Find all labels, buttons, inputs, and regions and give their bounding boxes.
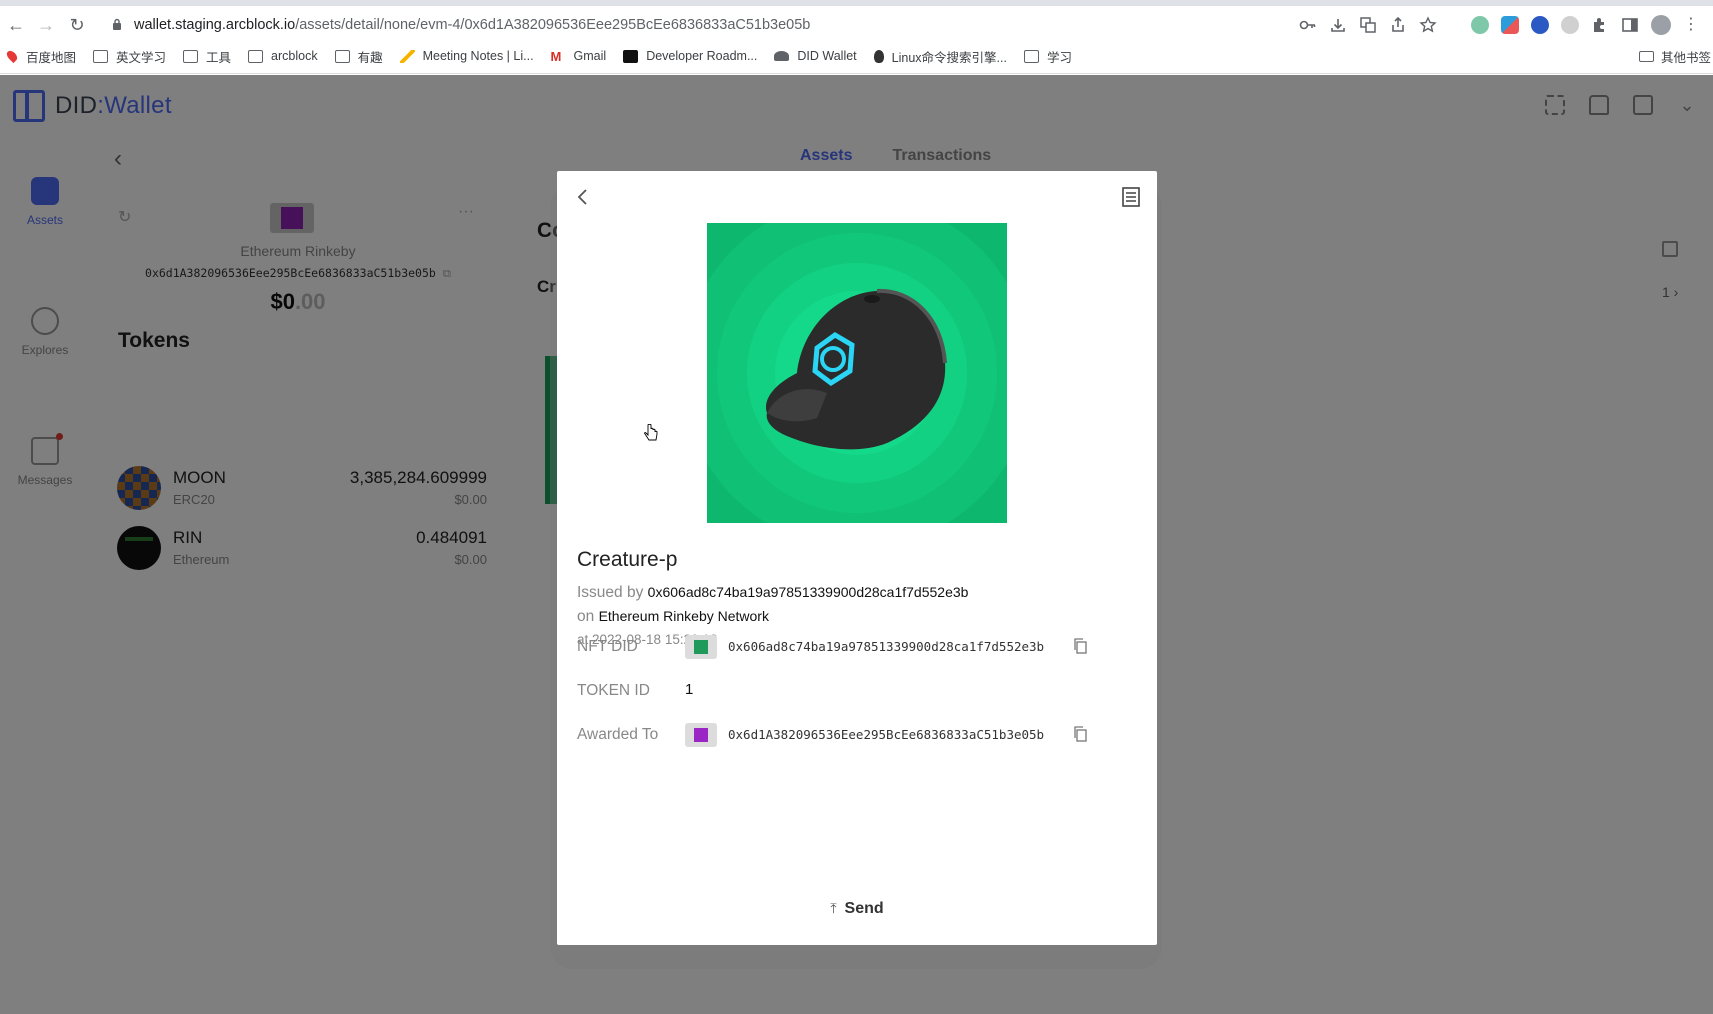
nft-title: Creature-p	[577, 548, 678, 571]
bookmark-item[interactable]: 英文学习	[93, 47, 166, 66]
back-chevron-icon[interactable]	[571, 185, 595, 209]
roadmap-icon	[623, 49, 639, 63]
bookmark-item[interactable]: DID Wallet	[774, 49, 857, 63]
bookmark-item[interactable]: Meeting Notes | Li...	[399, 49, 534, 63]
send-button[interactable]: ⤒ Send	[557, 900, 1157, 918]
awarded-to-row: Awarded To 0x6d1A382096536Eee295BcEe6836…	[577, 723, 1137, 749]
nft-image	[707, 223, 1007, 523]
reload-icon[interactable]: ↻	[66, 14, 88, 36]
folder-icon	[248, 49, 264, 63]
nft-did-value: 0x606ad8c74ba19a97851339900d28ca1f7d552e…	[728, 639, 1045, 654]
address-bar[interactable]: wallet.staging.arcblock.io/assets/detail…	[112, 14, 810, 36]
folder-icon	[93, 49, 109, 63]
browser-chrome: ← → ↻ wallet.staging.arcblock.io/assets/…	[0, 0, 1713, 74]
forward-arrow-icon[interactable]: →	[35, 14, 57, 36]
extension-2-icon[interactable]	[1501, 16, 1519, 34]
penguin-icon	[873, 49, 884, 63]
lock-icon	[113, 18, 121, 30]
bookmark-item[interactable]: Developer Roadm...	[623, 49, 757, 63]
awarded-to-value: 0x6d1A382096536Eee295BcEe6836833aC51b3e0…	[728, 727, 1045, 742]
network-name: Ethereum Rinkeby Network	[598, 608, 769, 624]
folder-icon	[1023, 49, 1039, 63]
copy-icon[interactable]	[1073, 638, 1087, 654]
extension-3-icon[interactable]	[1531, 16, 1549, 34]
copy-icon[interactable]	[1073, 726, 1087, 742]
nft-did-row: NFT DID 0x606ad8c74ba19a97851339900d28ca…	[577, 635, 1137, 661]
translate-icon[interactable]	[1359, 16, 1377, 34]
bookmark-item[interactable]: M Gmail	[551, 49, 607, 63]
upload-arrow-icon: ⤒	[830, 900, 837, 916]
address-row: ← → ↻ wallet.staging.arcblock.io/assets/…	[0, 8, 1713, 40]
download-icon[interactable]	[1329, 16, 1347, 34]
back-arrow-icon[interactable]: ←	[5, 14, 27, 36]
bookmark-item[interactable]: 工具	[183, 47, 231, 66]
bookmark-item[interactable]: 有趣	[334, 47, 383, 66]
extension-toolbar: ⋮	[1299, 12, 1699, 38]
nft-did-avatar	[685, 635, 717, 659]
puzzle-icon[interactable]	[1591, 16, 1609, 34]
extension-4-icon[interactable]	[1561, 16, 1579, 34]
tab-strip	[0, 0, 1713, 6]
folder-icon	[1638, 50, 1654, 62]
folder-icon	[334, 49, 350, 63]
wallet-icon	[774, 51, 790, 61]
issuer-address: 0x606ad8c74ba19a97851339900d28ca1f7d552e…	[647, 584, 969, 600]
awarded-avatar	[685, 723, 717, 747]
network-line: on Ethereum Rinkeby Network	[577, 608, 769, 625]
folder-icon	[183, 49, 199, 63]
bookmark-item[interactable]: Linux命令搜索引擎...	[873, 47, 1007, 66]
receipt-icon[interactable]	[1119, 185, 1143, 209]
bookmark-item[interactable]: 百度地图	[4, 47, 76, 66]
pencil-icon	[399, 49, 415, 63]
issued-by: Issued by 0x606ad8c74ba19a97851339900d28…	[577, 584, 969, 601]
gmail-icon: M	[550, 48, 562, 64]
bookmark-item[interactable]: 学习	[1023, 47, 1072, 66]
profile-avatar[interactable]	[1651, 15, 1671, 35]
bookmarks-bar: 百度地图 英文学习 工具 arcblock 有趣 Meeting Notes |…	[0, 44, 1713, 68]
token-id-value: 1	[685, 681, 694, 698]
other-bookmarks[interactable]: 其他书签	[1638, 44, 1711, 68]
token-id-row: TOKEN ID 1	[577, 681, 694, 699]
map-pin-icon	[4, 48, 20, 64]
nft-detail-modal: Creature-p Issued by 0x606ad8c74ba19a978…	[557, 171, 1157, 945]
extension-1-icon[interactable]	[1471, 16, 1489, 34]
url-path: /assets/detail/none/evm-4/0x6d1A38209653…	[295, 17, 811, 33]
sidepanel-icon[interactable]	[1621, 16, 1639, 34]
menu-kebab-icon[interactable]: ⋮	[1683, 16, 1699, 34]
hand-cursor-icon	[644, 424, 658, 441]
share-icon[interactable]	[1389, 16, 1407, 34]
bookmark-item[interactable]: arcblock	[248, 49, 318, 63]
star-icon[interactable]	[1419, 16, 1437, 34]
url-host: wallet.staging.arcblock.io	[134, 17, 296, 33]
key-icon[interactable]	[1299, 16, 1317, 34]
